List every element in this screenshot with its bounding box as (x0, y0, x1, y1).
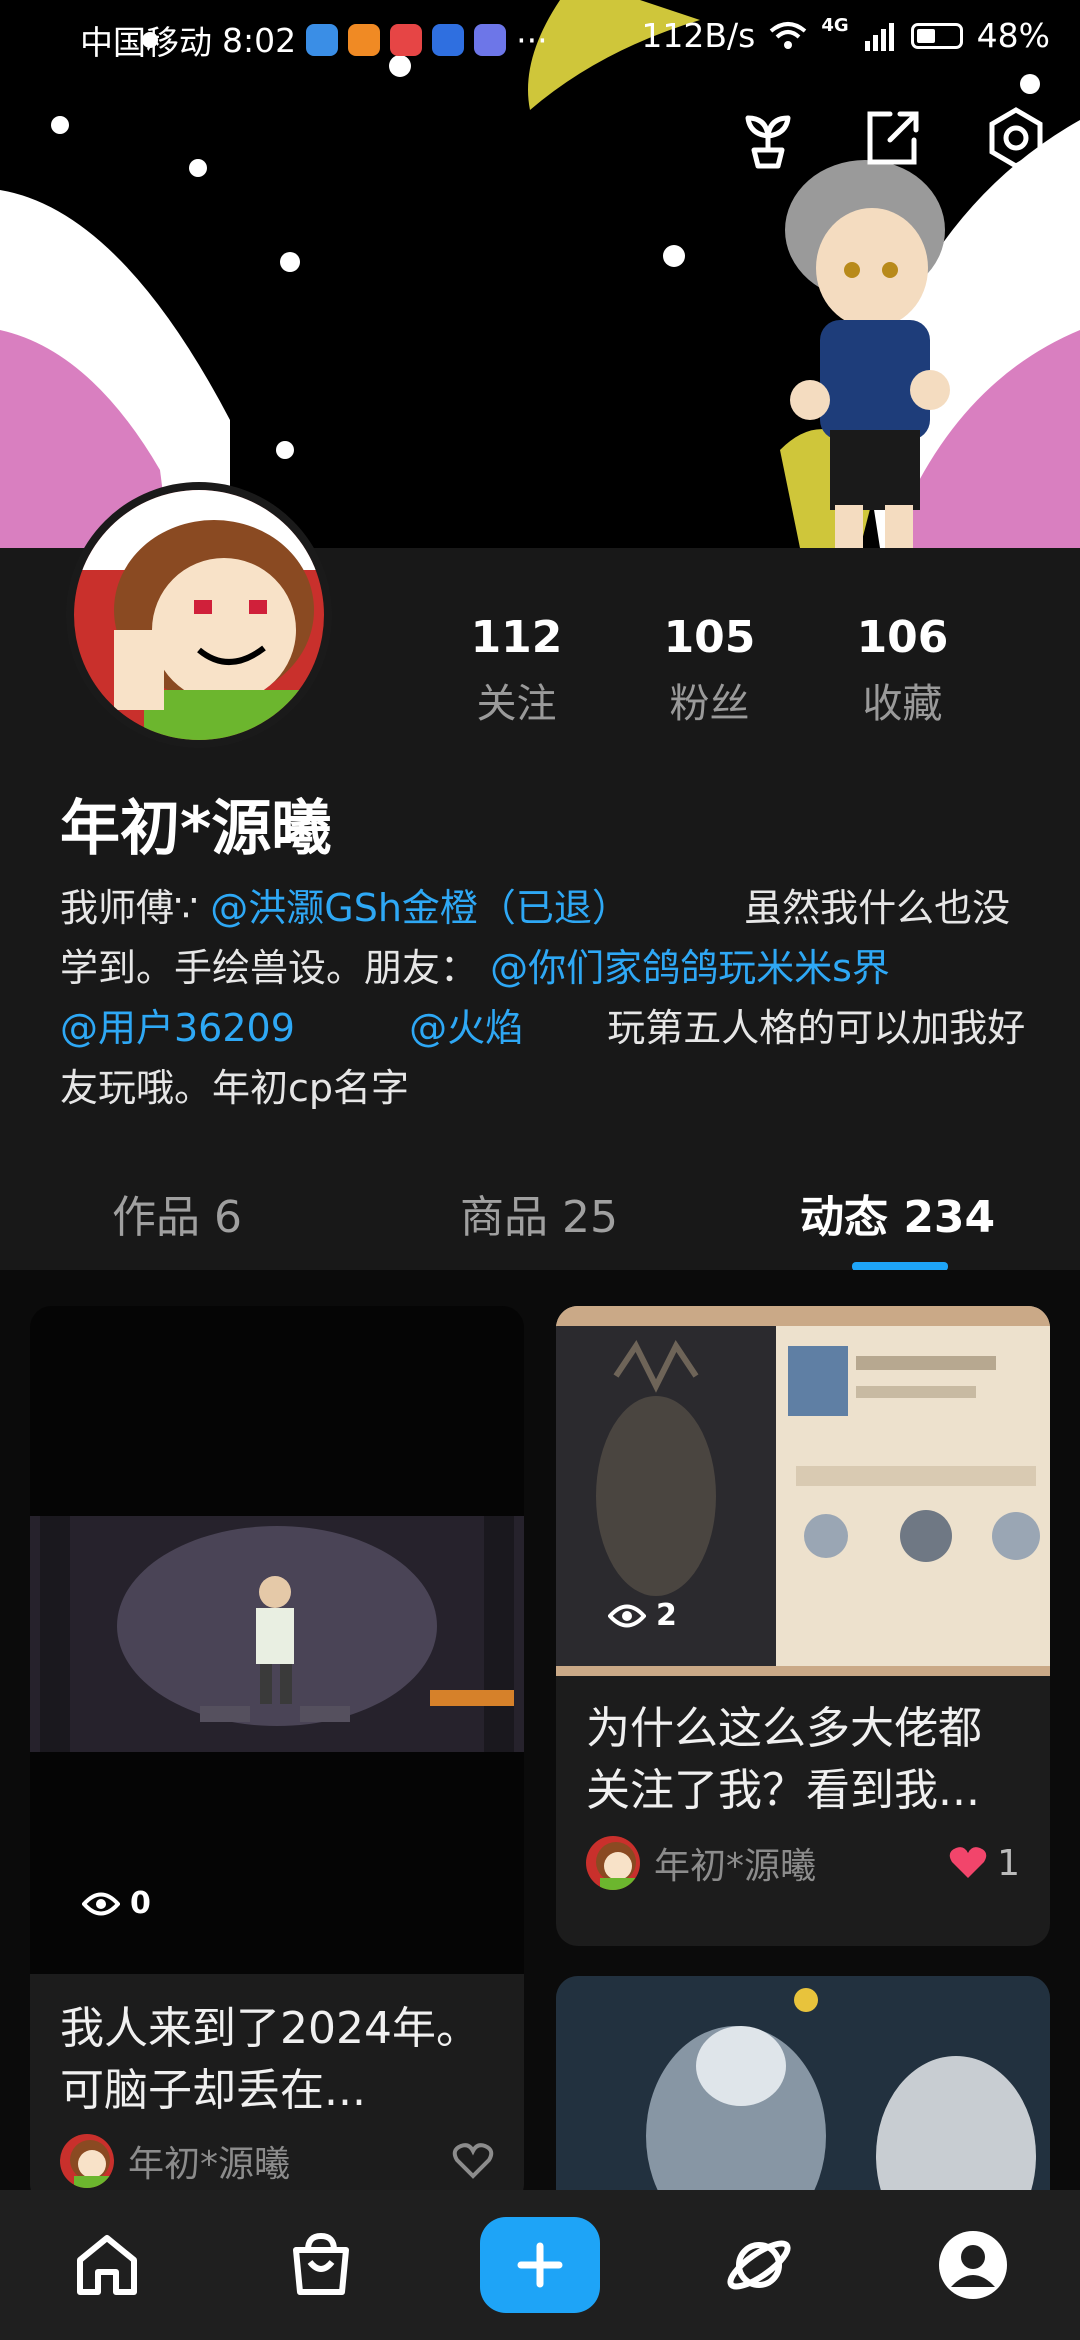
view-count: 0 (82, 1886, 151, 1921)
eye-icon (82, 1892, 120, 1915)
author-name[interactable]: 年初*源曦 (654, 1837, 816, 1889)
bulb-app-icon (432, 24, 465, 56)
battery-level: 48% (976, 16, 1050, 55)
avatar[interactable] (66, 482, 332, 748)
create-post-button[interactable] (480, 2217, 600, 2313)
post-meta: 年初*源曦 (30, 2134, 524, 2188)
nav-shop[interactable] (266, 2210, 376, 2320)
wifi-icon (770, 21, 807, 49)
author-name[interactable]: 年初*源曦 (128, 2135, 290, 2187)
stat-following[interactable]: 112 关注 (420, 612, 613, 729)
profile-icon (939, 2231, 1007, 2299)
stat-number: 112 (470, 612, 563, 663)
bio-mention-link[interactable]: @用户36209 (60, 1006, 295, 1050)
view-count: 2 (608, 1598, 677, 1633)
post-meta: 年初*源曦 1 (556, 1836, 1050, 1890)
like-outline-icon[interactable] (452, 2142, 494, 2180)
stat-number: 106 (856, 612, 949, 663)
nav-home[interactable] (52, 2210, 162, 2320)
post-feed: 0 我人来到了2024年。可脑子却丢在... 年初*源曦 2 为什么这么多大佬都… (0, 1270, 1080, 2190)
bio-text: 我师傅∵ (60, 886, 199, 930)
carrier-label: 中国移动 (80, 23, 212, 62)
post-title: 我人来到了2024年。可脑子却丢在... (60, 2003, 480, 2116)
status-bar: 中国移动 8:02 ··· 112B/s 4G 48% (0, 0, 1080, 76)
post-card[interactable]: 0 我人来到了2024年。可脑子却丢在... 年初*源曦 (30, 1306, 524, 2190)
stat-label: 粉丝 (669, 681, 750, 727)
stat-number: 105 (663, 612, 756, 663)
network-speed: 112B/s (641, 16, 756, 55)
profile-bio: 我师傅∵ @洪灏GSh金橙（已退） 虽然我什么也没学到。手绘兽设。朋友： @你们… (60, 878, 1030, 1118)
tab-products[interactable]: 商品 25 (460, 1181, 618, 1245)
plant-icon[interactable] (730, 100, 806, 176)
profile-banner[interactable] (0, 0, 1080, 548)
bottom-navigation (0, 2190, 1080, 2340)
music-app-icon (474, 24, 507, 56)
view-count-value: 2 (656, 1598, 677, 1633)
app-notification-icon (306, 24, 339, 56)
huawei-app-icon (390, 24, 423, 56)
share-icon[interactable] (854, 100, 930, 176)
stat-favorites[interactable]: 106 收藏 (806, 612, 999, 729)
post-thumbnail (30, 1306, 524, 1974)
nav-explore[interactable] (704, 2210, 814, 2320)
tab-works[interactable]: 作品 6 (112, 1181, 242, 1245)
profile-tabs: 作品 6 商品 25 动态 234 (0, 1165, 1080, 1269)
more-notifications-icon: ··· (516, 20, 548, 60)
stat-label: 关注 (476, 681, 557, 727)
banner-illustration (0, 0, 1080, 548)
view-count-value: 0 (130, 1886, 151, 1921)
bio-mention-link[interactable]: @火焰 (409, 1006, 523, 1050)
battery-icon (910, 22, 963, 49)
planet-icon (727, 2240, 791, 2290)
signal-icon (864, 22, 894, 51)
post-card[interactable]: 2 为什么这么多大佬都关注了我？看到我... 年初*源曦 1 (556, 1306, 1050, 1946)
home-icon (77, 2235, 137, 2295)
like-count: 1 (997, 1842, 1020, 1884)
tab-posts[interactable]: 动态 234 (800, 1181, 995, 1245)
post-card[interactable] (556, 1976, 1050, 2190)
stat-followers[interactable]: 105 粉丝 (613, 612, 806, 729)
bio-mention-link[interactable]: @洪灏GSh金橙（已退） (210, 886, 630, 930)
stat-label: 收藏 (862, 681, 943, 727)
plus-icon (517, 2242, 563, 2288)
shopping-bag-icon (293, 2233, 349, 2295)
clock: 8:02 (222, 20, 297, 60)
nav-profile[interactable] (918, 2210, 1028, 2320)
author-avatar[interactable] (60, 2134, 114, 2188)
eye-icon (608, 1604, 646, 1627)
post-title: 为什么这么多大佬都关注了我？看到我... (586, 1703, 982, 1816)
profile-stats: 112 关注 105 粉丝 106 收藏 (420, 612, 999, 729)
username: 年初*源曦 (60, 794, 332, 864)
bio-mention-link[interactable]: @你们家鸽鸽玩米米s界 (490, 946, 890, 990)
settings-icon[interactable] (978, 100, 1054, 176)
like-filled-icon[interactable] (947, 1844, 989, 1882)
signal-type: 4G (821, 15, 849, 36)
author-avatar[interactable] (586, 1836, 640, 1890)
post-thumbnail (556, 1976, 1050, 2190)
video-app-icon (348, 24, 381, 56)
banner-actions (730, 100, 1054, 176)
